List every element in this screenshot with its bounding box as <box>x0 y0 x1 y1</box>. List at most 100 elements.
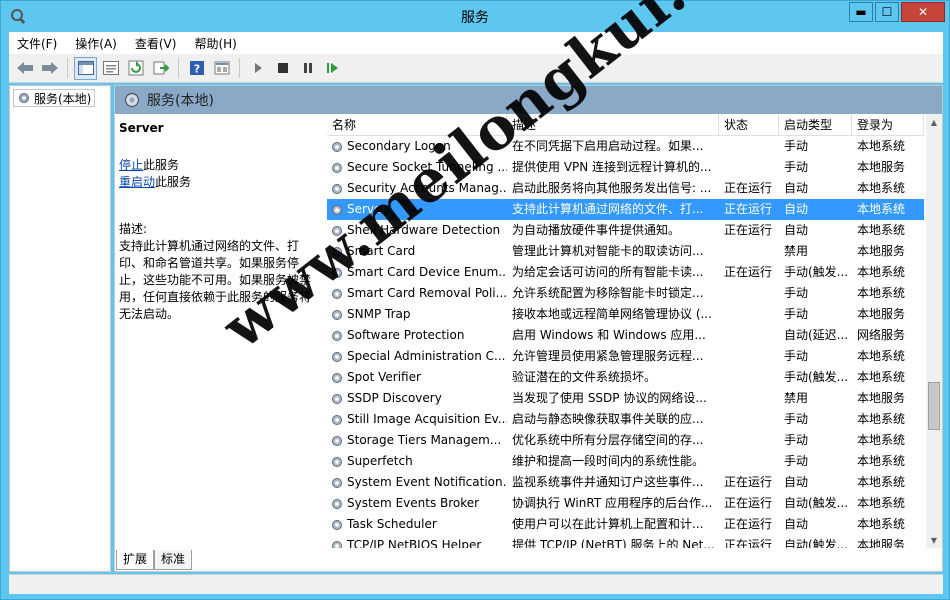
table-row[interactable]: Smart Card Removal Poli... 允许系统配置为移除智能卡时锁… <box>327 283 924 304</box>
column-header-description[interactable]: 描述 <box>507 114 719 136</box>
maximize-button[interactable]: ☐ <box>875 2 899 22</box>
table-row[interactable]: Superfetch 维护和提高一段时间内的系统性能。 手动 本地系统 <box>327 451 924 472</box>
menu-view[interactable]: 查看(V) <box>133 33 179 54</box>
table-row[interactable]: Task Scheduler 使用户可以在此计算机上配置和计... 正在运行 自动 本地… <box>327 514 924 535</box>
service-name: Shell Hardware Detection <box>347 223 501 237</box>
table-row[interactable]: Storage Tiers Managem... 优化系统中所有分层存储空间的存.… <box>327 430 924 451</box>
service-status: 正在运行 <box>724 181 773 195</box>
service-name: Smart Card <box>347 244 416 258</box>
scroll-thumb[interactable] <box>928 382 940 430</box>
service-gear-icon <box>332 477 342 488</box>
service-name-cell: Shell Hardware Detection <box>327 220 507 241</box>
service-status <box>719 388 779 409</box>
service-description: 验证潜在的文件系统损坏。 <box>512 370 657 384</box>
tab-extended[interactable]: 扩展 <box>116 550 155 570</box>
restart-service-link[interactable]: 重启动 <box>119 175 155 189</box>
help-icon[interactable]: ? <box>185 57 208 80</box>
table-row[interactable]: SSDP Discovery 当发现了使用 SSDP 协议的网络设... 禁用 本地服… <box>327 388 924 409</box>
service-name: Still Image Acquisition Ev... <box>347 412 507 426</box>
stop-icon[interactable] <box>271 57 294 80</box>
back-icon[interactable] <box>13 57 36 80</box>
service-gear-icon <box>332 456 342 467</box>
table-row[interactable]: Smart Card Device Enum... 为给定会话可访问的所有智能卡读… <box>327 262 924 283</box>
column-header-name[interactable]: 名称 <box>327 114 507 136</box>
menu-file[interactable]: 文件(F) <box>15 33 59 54</box>
table-row[interactable]: System Events Broker 协调执行 WinRT 应用程序的后台作.… <box>327 493 924 514</box>
menu-action[interactable]: 操作(A) <box>73 33 119 54</box>
tab-standard[interactable]: 标准 <box>154 550 193 570</box>
menu-help[interactable]: 帮助(H) <box>192 33 238 54</box>
table-row[interactable]: TCP/IP NetBIOS Helper 提供 TCP/IP (NetBT) 服… <box>327 535 924 548</box>
table-row[interactable]: Shell Hardware Detection 为自动播放硬件事件提供通知。 正在… <box>327 220 924 241</box>
service-name: Smart Card Device Enum... <box>347 265 507 279</box>
table-row[interactable]: Security Accounts Manag... 启动此服务将向其他服务发出信… <box>327 178 924 199</box>
service-status: 正在运行 <box>724 538 773 548</box>
service-name-cell: Special Administration C... <box>327 346 507 367</box>
resume-icon[interactable] <box>321 57 344 80</box>
service-name-cell: Smart Card <box>327 241 507 262</box>
service-name: Spot Verifier <box>347 370 421 384</box>
service-name: Storage Tiers Managem... <box>347 433 502 447</box>
minimize-button[interactable]: ▬ <box>849 2 873 22</box>
view-icon[interactable] <box>210 57 233 80</box>
table-row[interactable]: Secondary Logon 在不同凭据下启用启动过程。如果... 手动 本地系统 <box>327 136 924 157</box>
forward-icon[interactable] <box>38 57 61 80</box>
table-row[interactable]: Software Protection 启用 Windows 和 Windows … <box>327 325 924 346</box>
table-row[interactable]: SNMP Trap 接收本地或远程简单网络管理协议 (... 手动 本地服务 <box>327 304 924 325</box>
service-log-on-as: 本地服务 <box>857 538 906 548</box>
service-status: 正在运行 <box>724 475 773 489</box>
services-pane: 服务(本地) Server 停止此服务 重启动此服务 描述: 支持此计算机通过网… <box>114 85 943 572</box>
refresh-icon[interactable] <box>124 57 147 80</box>
tree-pane: 服务(本地) <box>9 85 111 572</box>
service-description: 维护和提高一段时间内的系统性能。 <box>512 454 705 468</box>
table-row[interactable]: Still Image Acquisition Ev... 启动与静态映像获取事件… <box>327 409 924 430</box>
table-row[interactable]: Server 支持此计算机通过网络的文件、打... 正在运行 自动 本地系统 <box>327 199 924 220</box>
tree-item-local-services[interactable]: 服务(本地) <box>13 89 96 107</box>
service-log-on-as: 本地服务 <box>857 160 906 174</box>
table-row[interactable]: Smart Card 管理此计算机对智能卡的取读访问... 禁用 本地服务 <box>327 241 924 262</box>
service-name-cell: Security Accounts Manag... <box>327 178 507 199</box>
close-button[interactable]: ✕ <box>901 2 945 22</box>
table-row[interactable]: Secure Socket Tunneling ... 提供使用 VPN 连接到远… <box>327 157 924 178</box>
table-row[interactable]: Special Administration C... 允许管理员使用紧急管理服务… <box>327 346 924 367</box>
service-startup-type: 手动 <box>784 286 809 300</box>
pane-title: 服务(本地) <box>147 93 214 109</box>
play-icon[interactable] <box>246 57 269 80</box>
column-header-log-on-as[interactable]: 登录为 <box>852 114 924 136</box>
table-row[interactable]: System Event Notification... 监视系统事件并通知订户这… <box>327 472 924 493</box>
stop-service-text: 此服务 <box>143 158 180 172</box>
toolbar-separator <box>239 58 240 78</box>
service-log-on-as: 本地系统 <box>857 349 906 363</box>
service-startup-type: 自动 <box>784 181 809 195</box>
service-description: 为给定会话可访问的所有智能卡读... <box>512 265 704 279</box>
export-icon[interactable] <box>149 57 172 80</box>
service-status: 正在运行 <box>724 517 773 531</box>
column-header-status[interactable]: 状态 <box>719 114 779 136</box>
service-name: Security Accounts Manag... <box>347 181 507 195</box>
show-tree-icon[interactable] <box>74 56 97 80</box>
scroll-down-icon[interactable]: ▼ <box>926 532 942 548</box>
service-name-cell: Software Protection <box>327 325 507 346</box>
pause-icon[interactable] <box>296 57 319 80</box>
scroll-up-icon[interactable]: ▲ <box>926 114 942 130</box>
service-gear-icon <box>332 540 342 548</box>
service-log-on-as: 本地系统 <box>857 496 906 510</box>
column-header-startup-type[interactable]: 启动类型 <box>779 114 852 136</box>
service-status <box>719 367 779 388</box>
service-startup-type: 手动 <box>784 139 809 153</box>
stop-service-link[interactable]: 停止 <box>119 158 143 172</box>
table-row[interactable]: Spot Verifier 验证潜在的文件系统损坏。 手动(触发... 本地系统 <box>327 367 924 388</box>
service-gear-icon <box>332 183 342 194</box>
title-bar[interactable]: 服务 ▬ ☐ ✕ <box>1 1 949 31</box>
service-name: System Event Notification... <box>347 475 507 489</box>
service-startup-type: 手动 <box>784 349 809 363</box>
vertical-scrollbar[interactable]: ▲ ▼ <box>926 114 942 548</box>
service-log-on-as: 本地服务 <box>857 244 906 258</box>
service-name-cell: Spot Verifier <box>327 367 507 388</box>
service-description: 提供使用 VPN 连接到远程计算机的... <box>512 160 712 174</box>
service-gear-icon <box>332 351 342 362</box>
service-startup-type: 手动 <box>784 160 809 174</box>
service-description: 允许管理员使用紧急管理服务远程... <box>512 349 704 363</box>
service-startup-type: 自动(延迟... <box>784 328 849 342</box>
properties-icon[interactable] <box>99 57 122 80</box>
